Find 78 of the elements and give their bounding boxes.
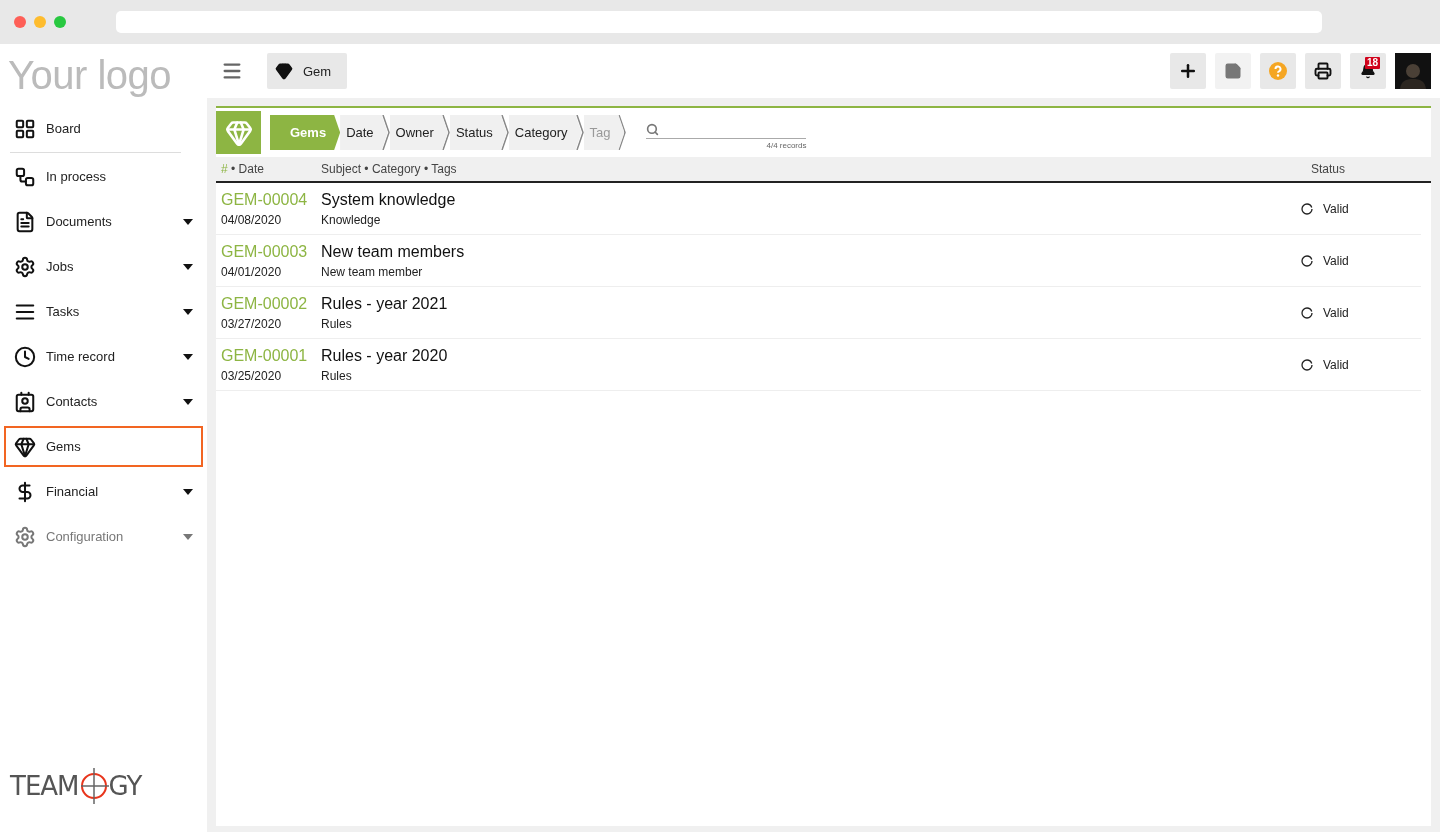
clock-icon <box>14 345 36 368</box>
logo-text: Your logo <box>7 52 172 99</box>
sidebar-item[interactable]: Board <box>4 108 203 149</box>
module-button[interactable]: Gem <box>267 53 348 89</box>
sticky-note-icon <box>1224 62 1242 80</box>
caret-icon <box>183 398 193 405</box>
status-text: Valid <box>1323 253 1349 268</box>
record-category: Knowledge <box>321 212 382 227</box>
gem-icon <box>275 62 293 80</box>
contact-card-icon <box>14 390 36 413</box>
sidebar-item[interactable]: Jobs <box>4 246 203 287</box>
chevron-separator-icon <box>618 115 627 150</box>
help-button[interactable] <box>1260 53 1296 89</box>
help-icon <box>1269 62 1287 80</box>
print-button[interactable] <box>1305 53 1341 89</box>
status-circle-icon <box>1301 254 1313 267</box>
column-header[interactable]: Subject • Category • Tags <box>321 162 1311 176</box>
sidebar-item[interactable]: Contacts <box>4 381 203 422</box>
record-subject[interactable]: New team members <box>321 242 1301 261</box>
record-category: Rules <box>321 316 353 331</box>
note-button[interactable] <box>1215 53 1251 89</box>
grid-icon <box>14 117 36 140</box>
chevron-separator-icon <box>500 115 509 150</box>
avatar[interactable] <box>1395 53 1431 89</box>
notification-badge: 18 <box>1364 57 1380 69</box>
sidebar-item[interactable]: Financial <box>4 471 203 512</box>
add-button[interactable] <box>1170 53 1206 89</box>
gear-icon <box>14 525 36 548</box>
menu-icon[interactable] <box>221 60 243 82</box>
chevron-separator-icon <box>575 115 584 150</box>
status-circle-icon <box>1301 358 1313 371</box>
breadcrumb-filter[interactable]: Owner <box>389 115 448 150</box>
gem-icon <box>14 435 36 458</box>
document-icon <box>14 210 36 233</box>
gear-icon <box>14 255 36 278</box>
record-date: 04/01/2020 <box>221 264 283 279</box>
sidebar-item[interactable]: Tasks <box>4 291 203 332</box>
chevron-separator-icon <box>381 115 390 150</box>
sidebar-item[interactable]: In process <box>4 156 203 197</box>
record-subject[interactable]: Rules - year 2020 <box>321 346 1301 365</box>
records-count: 4/4 records <box>766 140 807 150</box>
status-text: Valid <box>1323 357 1349 372</box>
caret-icon <box>183 218 193 225</box>
chevron-separator-icon <box>441 115 450 150</box>
caret-icon <box>183 353 193 360</box>
caret-icon <box>183 488 193 495</box>
sidebar-item[interactable]: Gems <box>4 426 203 467</box>
footer-logo: TEAM GY <box>0 766 142 832</box>
maximize-window-dot[interactable] <box>54 16 66 28</box>
close-window-dot[interactable] <box>14 16 26 28</box>
breadcrumb-filter[interactable]: Category <box>508 115 582 150</box>
record-subject[interactable]: System knowledge <box>321 190 1301 209</box>
status-circle-icon <box>1301 202 1313 215</box>
breadcrumb-filter[interactable]: Status <box>449 115 507 150</box>
column-header[interactable]: Status <box>1311 162 1431 176</box>
printer-icon <box>1314 62 1332 80</box>
status-circle-icon <box>1301 306 1313 319</box>
status-text: Valid <box>1323 201 1349 216</box>
caret-icon <box>183 533 193 540</box>
search-icon <box>646 123 660 136</box>
record-category: Rules <box>321 368 353 383</box>
minimize-window-dot[interactable] <box>34 16 46 28</box>
caret-icon <box>183 308 193 315</box>
record-date: 03/27/2020 <box>221 316 283 331</box>
sidebar-item[interactable]: Documents <box>4 201 203 242</box>
column-header[interactable]: # • Date <box>221 162 321 176</box>
caret-icon <box>183 263 193 270</box>
search-field[interactable] <box>646 121 807 139</box>
sidebar-item[interactable]: Time record <box>4 336 203 377</box>
plus-icon <box>1178 61 1198 81</box>
record-date: 03/25/2020 <box>221 368 283 383</box>
record-date: 04/08/2020 <box>221 212 283 227</box>
record-category: New team member <box>321 264 424 279</box>
workflow-icon <box>14 165 36 188</box>
record-subject[interactable]: Rules - year 2021 <box>321 294 1301 313</box>
status-text: Valid <box>1323 305 1349 320</box>
notifications-button[interactable]: 18 <box>1350 53 1386 89</box>
breadcrumb-filter[interactable]: Date <box>340 115 388 150</box>
